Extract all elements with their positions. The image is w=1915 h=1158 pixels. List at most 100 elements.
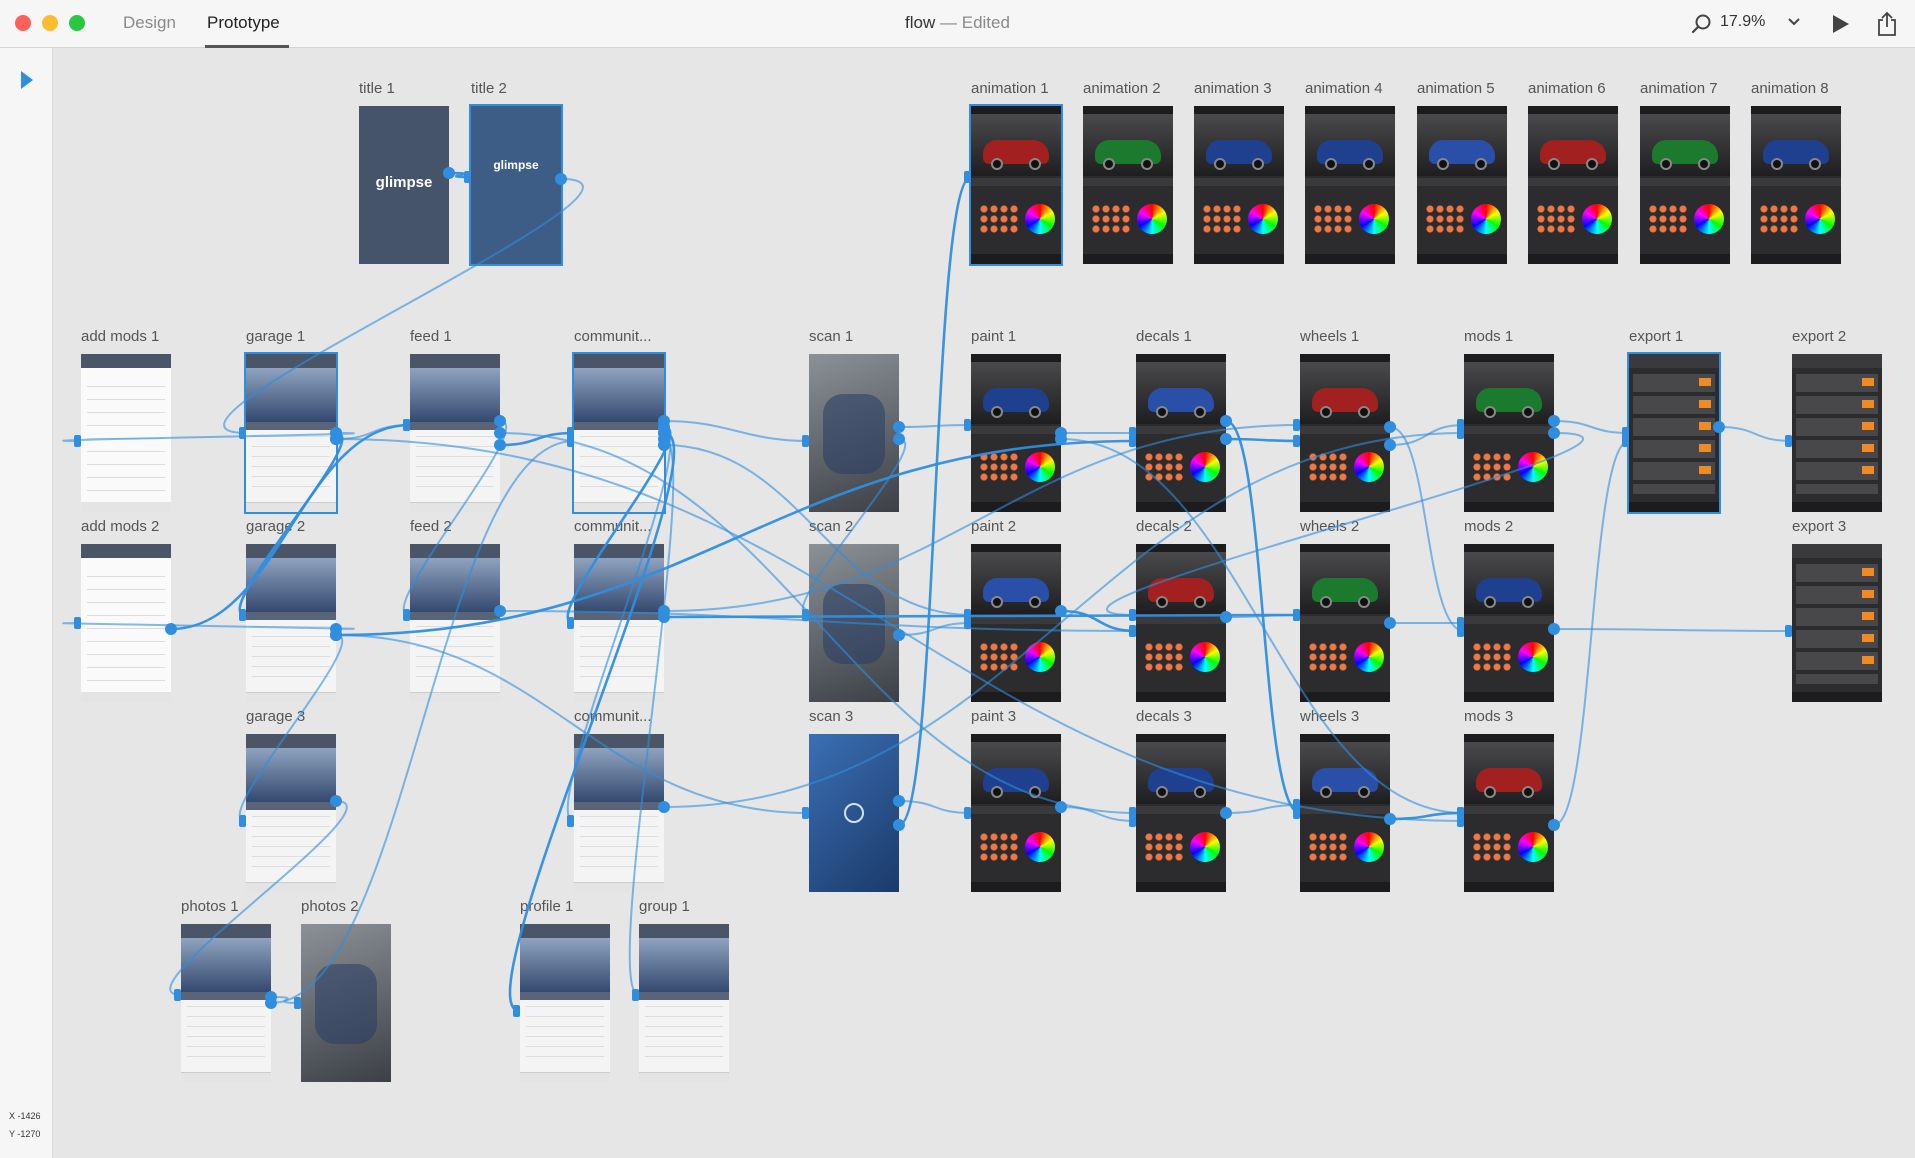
wire-target-marker [513, 1005, 520, 1017]
x-coordinate-readout: X -1426 [9, 1111, 41, 1121]
wire-handle[interactable] [443, 167, 455, 179]
wire-handle[interactable] [1713, 421, 1725, 433]
wire-handle[interactable] [494, 415, 506, 427]
interaction-wire[interactable] [1060, 806, 1137, 822]
wire-handle[interactable] [494, 427, 506, 439]
interaction-wire[interactable] [270, 440, 575, 1004]
interaction-wire[interactable] [1553, 440, 1630, 826]
document-title: flow — Edited [0, 13, 1915, 33]
interaction-wire[interactable] [663, 613, 1301, 619]
wire-target-marker [1785, 625, 1792, 637]
wire-handle[interactable] [265, 997, 277, 1009]
interaction-wire[interactable] [499, 610, 1137, 632]
y-value: -1270 [17, 1129, 41, 1139]
play-icon[interactable] [1832, 14, 1850, 34]
wire-target-marker [1293, 609, 1300, 621]
wire-target-marker [964, 419, 971, 431]
wire-handle[interactable] [1220, 611, 1232, 623]
prototype-canvas[interactable]: title 1 glimpse title 2 glimpse animation 1a… [53, 48, 1915, 1158]
interaction-wire[interactable] [499, 432, 1137, 814]
interaction-wire[interactable] [898, 424, 972, 428]
tab-prototype[interactable]: Prototype [207, 13, 280, 33]
wire-handle[interactable] [330, 433, 342, 445]
wire-handle[interactable] [893, 433, 905, 445]
y-label: Y [9, 1129, 15, 1139]
interaction-wire[interactable] [566, 432, 672, 822]
wire-handle[interactable] [1220, 415, 1232, 427]
interaction-wire[interactable] [1389, 426, 1465, 632]
interaction-wire[interactable] [566, 425, 672, 625]
wire-handle[interactable] [330, 629, 342, 641]
zoom-level[interactable]: 17.9% [1720, 13, 1765, 31]
wire-handle[interactable] [555, 173, 567, 185]
document-status: — Edited [940, 13, 1010, 32]
wire-target-marker [964, 609, 971, 621]
interaction-wire[interactable] [1225, 437, 1301, 443]
interaction-wire[interactable] [1553, 628, 1793, 632]
wire-target-marker [239, 815, 246, 827]
wire-handle[interactable] [893, 421, 905, 433]
wire-handle[interactable] [1220, 433, 1232, 445]
interaction-wire[interactable] [402, 420, 508, 616]
wire-handle[interactable] [1548, 623, 1560, 635]
wire-target-marker [1293, 419, 1300, 431]
wire-handle[interactable] [1548, 415, 1560, 427]
wire-handle[interactable] [1384, 439, 1396, 451]
interaction-wire[interactable] [1718, 426, 1793, 442]
interaction-wire[interactable] [1553, 420, 1630, 434]
interaction-wire[interactable] [663, 420, 810, 442]
wire-handle[interactable] [1220, 807, 1232, 819]
wire-handle[interactable] [330, 795, 342, 807]
wire-layer [62, 167, 1793, 1017]
x-label: X [9, 1111, 16, 1121]
interaction-wire[interactable] [238, 634, 344, 822]
wire-target-marker [964, 171, 971, 183]
wire-target-marker [464, 171, 471, 183]
interaction-wire[interactable] [801, 438, 907, 616]
wire-target-marker [1785, 435, 1792, 447]
interaction-wire[interactable] [335, 634, 810, 814]
wire-target-marker [74, 617, 81, 629]
interaction-wire[interactable] [1106, 432, 1584, 616]
interaction-wire[interactable] [169, 800, 348, 996]
minimize-window-button[interactable] [42, 15, 58, 31]
wire-handle[interactable] [1384, 617, 1396, 629]
wire-target-marker [1457, 427, 1464, 439]
wire-target-marker [294, 997, 301, 1009]
interaction-wire[interactable] [335, 424, 411, 440]
wire-handle[interactable] [165, 623, 177, 635]
wire-handle[interactable] [893, 795, 905, 807]
wire-handle[interactable] [658, 801, 670, 813]
interaction-wire[interactable] [663, 424, 1301, 612]
wire-target-marker [239, 609, 246, 621]
document-name: flow [905, 13, 936, 32]
tab-design[interactable]: Design [123, 13, 176, 33]
search-icon[interactable] [1691, 13, 1713, 35]
interaction-wire[interactable] [508, 431, 676, 1013]
interaction-wire[interactable] [898, 175, 972, 827]
wire-handle[interactable] [494, 605, 506, 617]
wire-target-marker [567, 815, 574, 827]
wire-handle[interactable] [658, 439, 670, 451]
zoom-window-button[interactable] [69, 15, 85, 31]
wire-handle[interactable] [1548, 819, 1560, 831]
wire-target-marker [1622, 435, 1629, 447]
interaction-wire[interactable] [628, 438, 675, 996]
wire-handle[interactable] [1548, 427, 1560, 439]
select-arrow-icon[interactable] [19, 70, 35, 90]
wire-target-marker [1457, 625, 1464, 637]
wire-handle[interactable] [1384, 421, 1396, 433]
close-window-button[interactable] [15, 15, 31, 31]
interaction-wire[interactable] [62, 432, 355, 442]
chevron-down-icon[interactable] [1787, 17, 1801, 27]
interaction-wire[interactable] [1225, 804, 1301, 814]
interaction-wire[interactable] [223, 178, 584, 434]
interaction-wire[interactable] [62, 622, 355, 630]
wire-handle[interactable] [893, 819, 905, 831]
interaction-wire[interactable] [170, 423, 411, 631]
wire-handle[interactable] [658, 605, 670, 617]
wire-target-marker [403, 609, 410, 621]
share-icon[interactable] [1876, 11, 1898, 37]
interaction-wire[interactable] [1060, 438, 1465, 814]
wire-target-marker [802, 807, 809, 819]
